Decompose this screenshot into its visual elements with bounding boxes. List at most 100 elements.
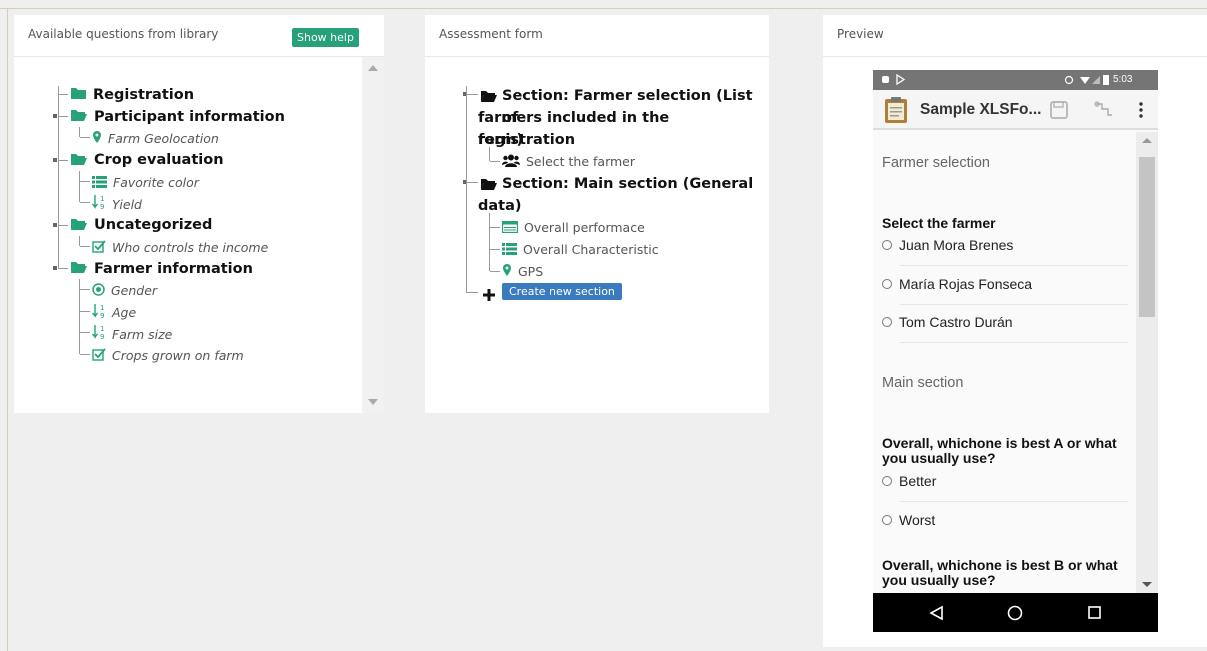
plus-icon[interactable] [483, 286, 495, 305]
numeric-sort-icon: 19 [91, 303, 106, 323]
tree-connector-line [466, 182, 478, 183]
library-question-crops-grown-on-farm-label: Crops grown on farm [112, 347, 244, 363]
radio-option-mar-a-rojas-fonseca[interactable]: María Rojas Fonseca [882, 276, 1032, 292]
phone-app-title: Sample XLSFo... [920, 101, 1042, 118]
map-marker-icon [92, 129, 102, 148]
form-question-overall-characteristic[interactable]: Overall Characteristic [502, 240, 659, 259]
tree-connector-line [490, 161, 500, 162]
folder-open-icon [480, 176, 498, 195]
scroll-up-icon[interactable] [368, 65, 378, 71]
library-question-farm-geolocation[interactable]: Farm Geolocation [92, 129, 219, 148]
expander-tick[interactable] [53, 222, 57, 227]
radio-option-label: Better [899, 473, 937, 489]
radio-icon [92, 281, 105, 300]
expander-tick[interactable] [53, 114, 57, 118]
library-question-crops-grown-on-farm[interactable]: Crops grown on farm [92, 346, 244, 365]
library-folder-farmer-information[interactable]: Farmer information [70, 259, 253, 278]
radio-icon[interactable] [882, 476, 892, 486]
scroll-up-icon [1142, 138, 1152, 143]
form-question-gps[interactable]: GPS [502, 262, 543, 281]
window-left-border [7, 8, 8, 651]
library-question-favorite-color[interactable]: Favorite color [92, 173, 199, 192]
tree-connector-line [79, 127, 80, 137]
form-question-overall-performace[interactable]: Overall performace [501, 218, 645, 237]
svg-text:1: 1 [100, 195, 104, 203]
list-icon [92, 173, 107, 192]
folder-open-icon [480, 88, 498, 107]
form-section-title-line[interactable]: form) [478, 129, 523, 151]
expander-tick[interactable] [53, 157, 57, 162]
library-folder-registration-label: Registration [93, 86, 195, 103]
tree-connector-line [58, 268, 68, 269]
library-folder-participant-information[interactable]: Participant information [70, 107, 285, 126]
radio-option-better[interactable]: Better [882, 473, 936, 489]
back-icon [929, 605, 943, 621]
radio-option-worst[interactable]: Worst [882, 512, 935, 528]
phone-scroll-thumb[interactable] [1139, 157, 1155, 317]
tree-connector-line [489, 147, 490, 161]
tree-connector-line [80, 289, 90, 290]
tree-connector-line [80, 202, 90, 203]
tree-connector-line [489, 213, 490, 271]
numeric-sort-icon: 19 [91, 194, 106, 214]
radio-icon[interactable] [882, 240, 892, 250]
form-question-overall-characteristic-label: Overall Characteristic [523, 242, 659, 257]
form-title: Assessment form [439, 27, 543, 41]
scroll-down-icon[interactable] [368, 399, 378, 405]
folder-open-icon [70, 216, 88, 235]
tree-connector-line [490, 249, 500, 250]
numeric-sort-icon: 19 [91, 324, 106, 344]
tree-connector-line [80, 180, 90, 182]
library-question-who-controls-the-income[interactable]: Who controls the income [92, 238, 268, 257]
save-icon[interactable] [1049, 100, 1069, 120]
home-icon [1007, 605, 1023, 621]
library-folder-registration[interactable]: Registration [70, 85, 194, 104]
phone-preview: 5:03 Sample XLSFo... Farmer selection Se… [873, 70, 1158, 632]
create-section-button[interactable]: Create new section [502, 283, 622, 300]
wifi-icon [1080, 77, 1090, 84]
tree-connector-line [80, 332, 90, 333]
jump-icon[interactable] [1093, 100, 1115, 120]
library-question-farm-size[interactable]: 1 9 Farm size [91, 324, 173, 344]
show-help-button[interactable]: Show help [292, 28, 359, 47]
library-question-farm-geolocation-label: Farm Geolocation [108, 131, 219, 146]
library-question-gender[interactable]: Gender [92, 281, 157, 300]
assessment-form-panel: Assessment form Section: Farmer selectio… [425, 15, 769, 413]
radio-option-label: Worst [899, 512, 936, 528]
folder-open-icon [70, 259, 88, 278]
library-folder-farmer-information-label: Farmer information [94, 260, 253, 277]
question-title: Select the farmer [882, 215, 996, 231]
tree-connector-line [79, 279, 80, 354]
svg-text:9: 9 [100, 203, 104, 210]
recents-icon [1088, 606, 1101, 619]
library-question-age[interactable]: 1 9 Age [91, 303, 136, 323]
svg-text:1: 1 [100, 304, 104, 312]
tree-connector-line [58, 224, 68, 226]
library-title: Available questions from library [28, 27, 219, 41]
preview-title: Preview [837, 27, 884, 41]
tree-connector-line [80, 245, 90, 247]
library-folder-crop-evaluation-label: Crop evaluation [94, 152, 224, 168]
library-scrollbar[interactable] [362, 57, 384, 413]
tree-connector-line [58, 116, 68, 117]
library-question-farm-size-label: Farm size [112, 326, 173, 342]
radio-option-tom-castro-dur-n[interactable]: Tom Castro Durán [882, 314, 1013, 330]
radio-icon[interactable] [882, 515, 892, 525]
radio-icon[interactable] [882, 279, 892, 289]
library-question-yield[interactable]: 1 9 Yield [91, 194, 142, 214]
radio-option-juan-mora-brenes[interactable]: Juan Mora Brenes [882, 237, 1013, 253]
overflow-menu-icon[interactable] [1137, 100, 1145, 120]
phone-scrollbar[interactable] [1136, 132, 1158, 593]
form-question-select-the-farmer[interactable]: Select the farmer [502, 152, 635, 171]
scroll-down-icon [1142, 582, 1152, 587]
option-divider [900, 342, 1128, 343]
form-section-title-line[interactable]: Section: Main section (General [502, 173, 753, 195]
checkbox-icon [92, 238, 106, 257]
radio-icon[interactable] [882, 317, 892, 327]
library-folder-uncategorized[interactable]: Uncategorized [70, 216, 212, 235]
expander-tick[interactable] [53, 266, 57, 270]
form-section-title-line[interactable]: data) [478, 195, 522, 217]
tree-connector-line [466, 94, 478, 95]
library-folder-crop-evaluation[interactable]: Crop evaluation [70, 151, 224, 170]
question-title: Overall, whichone is best B or what you … [882, 557, 1118, 588]
